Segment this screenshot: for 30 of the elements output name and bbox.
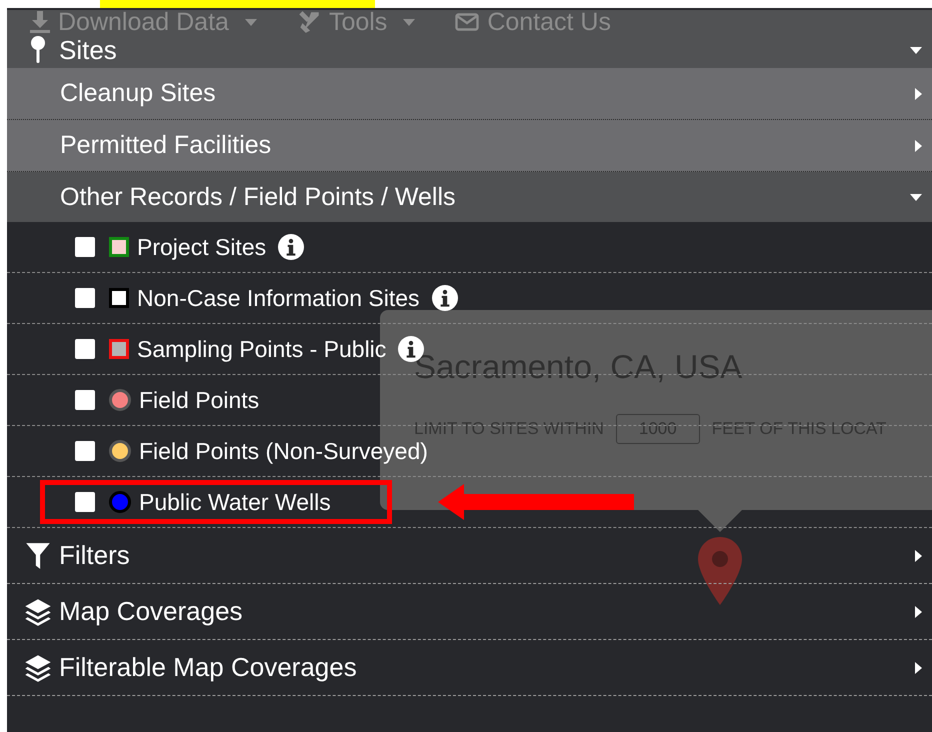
layer-label: Field Points bbox=[139, 386, 260, 414]
checkbox[interactable] bbox=[75, 492, 95, 512]
caret-right-icon bbox=[915, 88, 922, 100]
checkbox[interactable] bbox=[75, 390, 95, 410]
layer-label: Public Water Wells bbox=[139, 488, 331, 516]
filter-icon bbox=[25, 540, 51, 570]
download-icon bbox=[28, 10, 52, 34]
section-header[interactable]: Map Coverages bbox=[7, 584, 932, 640]
caret-right-icon bbox=[915, 550, 922, 562]
pin-icon bbox=[30, 35, 46, 65]
layer-label: Non-Case Information Sites bbox=[137, 284, 420, 312]
section-header[interactable]: Filters bbox=[7, 528, 932, 584]
checkbox[interactable] bbox=[75, 339, 95, 359]
checkbox[interactable] bbox=[75, 288, 95, 308]
caret-right-icon bbox=[915, 662, 922, 674]
category-header[interactable]: Permitted Facilities bbox=[7, 120, 932, 172]
map-pin-icon bbox=[696, 535, 744, 607]
section-header[interactable]: Sites bbox=[7, 34, 932, 68]
layer-label: Sampling Points - Public bbox=[137, 336, 386, 362]
caret-right-icon bbox=[915, 606, 922, 618]
caret-down-icon bbox=[910, 194, 922, 200]
checkbox[interactable] bbox=[75, 237, 95, 257]
layer-label: Project Sites bbox=[137, 234, 266, 260]
layer-label: Field Points (Non-Surveyed) bbox=[139, 438, 428, 464]
checkbox[interactable] bbox=[75, 441, 95, 461]
section-header[interactable]: Filterable Map Coverages bbox=[7, 640, 932, 696]
caret-down-icon bbox=[910, 46, 922, 54]
caret-right-icon bbox=[915, 140, 922, 152]
category-header[interactable]: Cleanup Sites bbox=[7, 68, 932, 120]
category-header[interactable]: Other Records / Field Points / Wells bbox=[7, 172, 932, 222]
